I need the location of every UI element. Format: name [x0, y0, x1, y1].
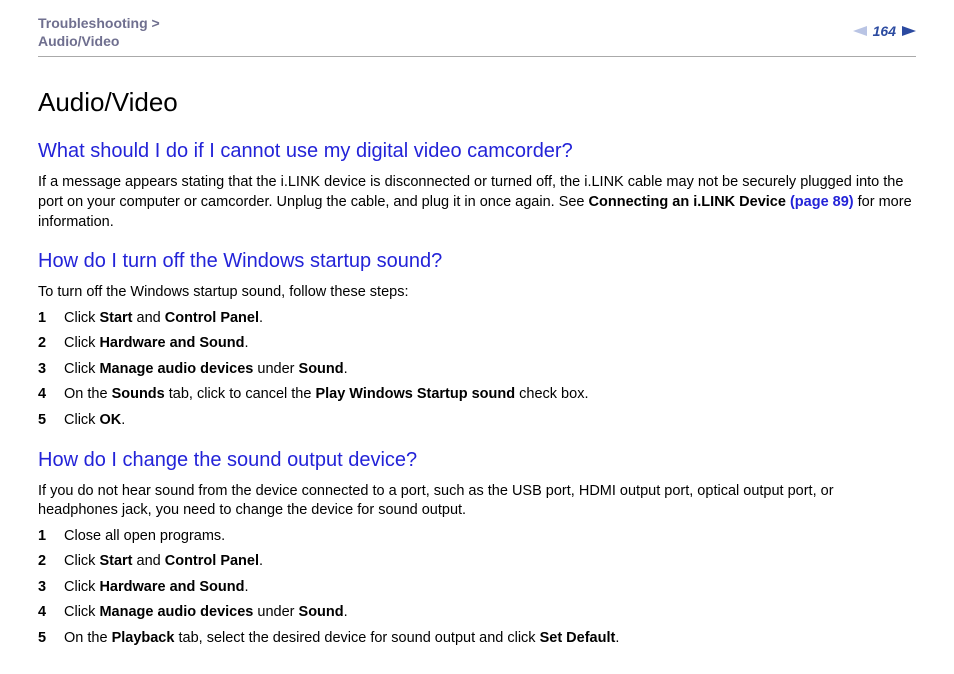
s3-steps-list: 1 Close all open programs. 2 Click Start…	[38, 527, 916, 649]
step-text: On the Sounds tab, click to cancel the P…	[64, 385, 916, 405]
s1-bold-device: Connecting an i.LINK Device	[589, 194, 786, 210]
s3-intro: If you do not hear sound from the device…	[38, 482, 916, 521]
page-header: Troubleshooting > Audio/Video 164	[38, 14, 916, 57]
next-page-icon[interactable]	[902, 26, 916, 36]
list-item: 3 Click Manage audio devices under Sound…	[38, 360, 916, 380]
s2-intro: To turn off the Windows startup sound, f…	[38, 283, 916, 303]
step-number: 4	[38, 603, 64, 623]
section-heading-startup-sound: How do I turn off the Windows startup so…	[38, 248, 916, 275]
list-item: 4 Click Manage audio devices under Sound…	[38, 603, 916, 623]
section1-paragraph: If a message appears stating that the i.…	[38, 173, 916, 232]
list-item: 5 Click OK.	[38, 411, 916, 431]
s2-steps-list: 1 Click Start and Control Panel. 2 Click…	[38, 309, 916, 431]
step-number: 4	[38, 385, 64, 405]
step-text: Click Manage audio devices under Sound.	[64, 360, 916, 380]
step-number: 3	[38, 578, 64, 598]
list-item: 1 Click Start and Control Panel.	[38, 309, 916, 329]
step-text: Close all open programs.	[64, 527, 916, 547]
step-text: Click Hardware and Sound.	[64, 334, 916, 354]
list-item: 2 Click Start and Control Panel.	[38, 552, 916, 572]
list-item: 2 Click Hardware and Sound.	[38, 334, 916, 354]
page-navigation: 164	[853, 22, 916, 41]
step-text: Click Manage audio devices under Sound.	[64, 603, 916, 623]
step-number: 2	[38, 552, 64, 572]
step-number: 2	[38, 334, 64, 354]
page-89-link[interactable]: (page 89)	[786, 194, 854, 210]
step-number: 1	[38, 309, 64, 329]
step-text: Click OK.	[64, 411, 916, 431]
page-title: Audio/Video	[38, 85, 916, 120]
list-item: 4 On the Sounds tab, click to cancel the…	[38, 385, 916, 405]
list-item: 3 Click Hardware and Sound.	[38, 578, 916, 598]
breadcrumb: Troubleshooting > Audio/Video	[38, 14, 160, 50]
step-text: Click Start and Control Panel.	[64, 552, 916, 572]
page-number: 164	[873, 22, 896, 41]
prev-page-icon[interactable]	[853, 26, 867, 36]
section-heading-output-device: How do I change the sound output device?	[38, 447, 916, 474]
section-heading-camcorder: What should I do if I cannot use my digi…	[38, 138, 916, 165]
step-text: Click Hardware and Sound.	[64, 578, 916, 598]
step-number: 5	[38, 411, 64, 431]
list-item: 5 On the Playback tab, select the desire…	[38, 629, 916, 649]
list-item: 1 Close all open programs.	[38, 527, 916, 547]
step-number: 3	[38, 360, 64, 380]
step-number: 5	[38, 629, 64, 649]
step-number: 1	[38, 527, 64, 547]
step-text: Click Start and Control Panel.	[64, 309, 916, 329]
step-text: On the Playback tab, select the desired …	[64, 629, 916, 649]
breadcrumb-line2: Audio/Video	[38, 32, 160, 50]
breadcrumb-line1: Troubleshooting >	[38, 14, 160, 32]
